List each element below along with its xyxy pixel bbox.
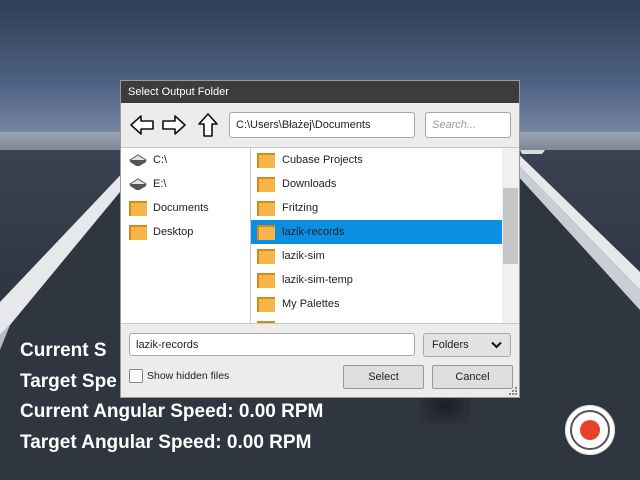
dialog-footer: lazik-records Folders Show hidden files … (121, 323, 519, 397)
folder-row-lazik-records[interactable]: lazik-records (251, 220, 502, 244)
folder-name-input[interactable]: lazik-records (129, 333, 415, 356)
select-folder-dialog: Select Output Folder C:\Users\Błażej\Doc… (120, 80, 520, 398)
record-icon (580, 420, 600, 440)
folder-icon (256, 247, 276, 265)
chevron-down-icon (491, 341, 502, 349)
show-hidden-toggle[interactable]: Show hidden files (129, 369, 229, 383)
quick-link-desktop[interactable]: Desktop (121, 220, 250, 244)
drive-icon (128, 175, 148, 193)
quick-link-c-drive[interactable]: C:\ (121, 148, 250, 172)
folder-list-scrollbar[interactable] (502, 147, 519, 323)
quick-link-label: C:\ (153, 154, 168, 166)
folder-row-fritzing[interactable]: Fritzing (251, 196, 502, 220)
show-hidden-label: Show hidden files (147, 370, 230, 382)
folder-icon (128, 199, 148, 217)
folder-icon (256, 151, 276, 169)
cancel-button[interactable]: Cancel (432, 365, 513, 389)
folder-row-my-palettes[interactable]: My Palettes (251, 292, 502, 316)
dialog-title[interactable]: Select Output Folder (121, 81, 519, 103)
folder-row-lazik-sim-temp[interactable]: lazik-sim-temp (251, 268, 502, 292)
resize-grip-icon[interactable] (508, 386, 518, 396)
folder-name: Fritzing (282, 202, 319, 214)
folder-icon (128, 223, 148, 241)
path-field[interactable]: C:\Users\Błażej\Documents (229, 112, 415, 138)
arrow-right-icon (162, 115, 186, 135)
folder-name: Downloads (282, 178, 337, 190)
select-button[interactable]: Select (343, 365, 424, 389)
search-input[interactable]: Search... (425, 112, 511, 138)
quick-link-label: Documents (153, 202, 209, 214)
record-button[interactable] (565, 405, 615, 455)
show-hidden-checkbox[interactable] (129, 369, 143, 383)
folder-name: lazik-sim (282, 250, 325, 262)
folder-name: lazik-sim-temp (282, 274, 353, 286)
target-angular-speed-readout: Target Angular Speed: 0.00 RPM (20, 431, 312, 453)
current-angular-speed-readout: Current Angular Speed: 0.00 RPM (20, 401, 324, 422)
folder-icon (256, 271, 276, 289)
folder-icon (256, 295, 276, 313)
scrollbar-thumb[interactable] (503, 188, 518, 264)
drive-icon (128, 151, 148, 169)
arrow-up-icon (198, 113, 218, 137)
quick-link-label: Desktop (153, 226, 194, 238)
folder-row-lazik-sim[interactable]: lazik-sim (251, 244, 502, 268)
dialog-toolbar: C:\Users\Błażej\Documents Search... (121, 103, 519, 147)
up-folder-button[interactable] (194, 112, 222, 138)
filter-value: Folders (432, 339, 469, 351)
folder-icon (256, 199, 276, 217)
quick-link-e-drive[interactable]: E:\ (121, 172, 250, 196)
folder-row-downloads[interactable]: Downloads (251, 172, 502, 196)
arrow-left-icon (130, 115, 154, 135)
folder-name: Cubase Projects (282, 154, 363, 166)
folder-row-cubase-projects[interactable]: Cubase Projects (251, 148, 502, 172)
folder-list: Cubase Projects Downloads Fritzing lazik… (251, 147, 502, 323)
folder-icon (256, 175, 276, 193)
filter-dropdown[interactable]: Folders (423, 333, 511, 357)
back-button[interactable] (128, 112, 156, 138)
quick-links-panel: C:\ E:\ Documents Desktop (121, 147, 251, 323)
quick-link-documents[interactable]: Documents (121, 196, 250, 220)
folder-name: My Palettes (282, 298, 340, 310)
folder-row-self-driving-car-sim[interactable]: self-driving-car-sim (251, 316, 502, 323)
folder-name: lazik-records (282, 226, 345, 238)
folder-icon (256, 223, 276, 241)
quick-link-label: E:\ (153, 178, 167, 190)
forward-button[interactable] (160, 112, 188, 138)
